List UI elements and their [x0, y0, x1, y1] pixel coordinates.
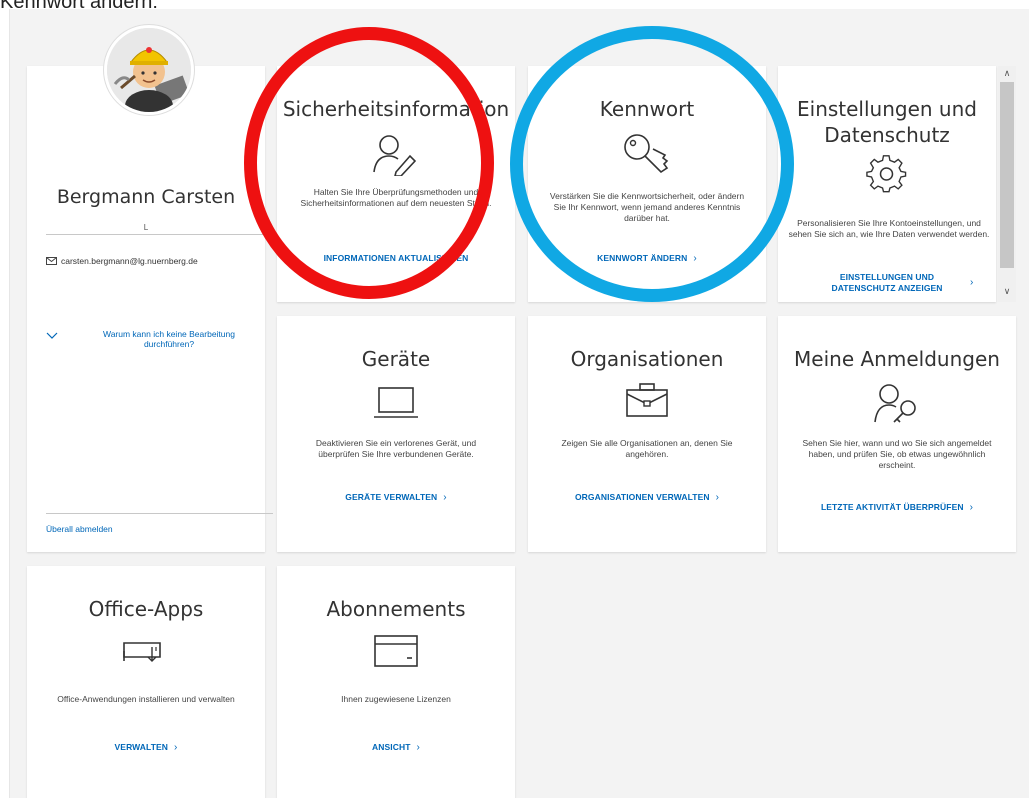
chevron-right-icon: ›: [443, 492, 447, 503]
update-info-link[interactable]: INFORMATIONEN AKTUALISIEREN: [277, 253, 515, 263]
manage-office-link[interactable]: VERWALTEN ›: [27, 742, 265, 753]
divider: [46, 234, 273, 235]
settings-privacy-link[interactable]: EINSTELLUNGEN UND DATENSCHUTZ ANZEIGEN ›: [778, 272, 996, 294]
card-security-info: Sicherheitsinformation Halten Sie Ihre Ü…: [277, 66, 515, 302]
view-subscriptions-link[interactable]: ANSICHT ›: [277, 742, 515, 753]
settings-privacy-label-1: EINSTELLUNGEN UND: [839, 272, 935, 282]
user-edit-icon: [372, 132, 420, 176]
card-description: Deaktivieren Sie ein verlorenes Gerät, u…: [315, 438, 477, 459]
chevron-right-icon: ›: [693, 253, 697, 264]
card-title: Meine Anmeldungen: [794, 347, 1000, 371]
manage-organizations-label: ORGANISATIONEN VERWALTEN: [574, 492, 710, 502]
email-row: carsten.bergmann@lg.nuernberg.de: [46, 256, 198, 267]
review-activity-link[interactable]: LETZTE AKTIVITÄT ÜBERPRÜFEN ›: [778, 502, 1016, 513]
scrollbar[interactable]: ∧ ∨: [998, 66, 1016, 302]
scroll-down-icon[interactable]: ∨: [998, 284, 1016, 298]
card-title: Abonnements: [326, 597, 466, 621]
why-no-edit-text: Warum kann ich keine Bearbeitung durchfü…: [103, 329, 235, 349]
gear-icon: [866, 153, 908, 195]
card-title: Datenschutz: [824, 123, 950, 147]
card-organizations: Organisationen Zeigen Sie alle Organisat…: [528, 316, 766, 552]
review-activity-label: LETZTE AKTIVITÄT ÜBERPRÜFEN: [820, 502, 964, 512]
card-description: Sehen Sie hier, wann und wo Sie sich ang…: [802, 438, 992, 470]
signout-link[interactable]: Überall abmelden: [46, 524, 113, 534]
card-title: Sicherheitsinformation: [282, 97, 510, 121]
profile-card: Bergmann Carsten L carsten.bergmann@lg.n…: [27, 66, 273, 552]
change-password-link[interactable]: KENNWORT ÄNDERN ›: [528, 253, 766, 264]
card-title: Office-Apps: [88, 597, 204, 621]
divider: [46, 513, 273, 514]
chevron-down-icon: [46, 331, 58, 341]
manage-office-label: VERWALTEN: [114, 742, 169, 752]
manage-devices-link[interactable]: GERÄTE VERWALTEN ›: [277, 492, 515, 503]
card-title: Kennwort: [599, 97, 695, 121]
card-description: Ihnen zugewiesene Lizenzen: [341, 694, 451, 704]
profile-initial: L: [143, 223, 149, 232]
update-info-label: INFORMATIONEN AKTUALISIEREN: [323, 253, 469, 263]
briefcase-icon: [625, 382, 669, 418]
chevron-right-icon: ›: [969, 502, 974, 513]
card-title: Geräte: [361, 347, 431, 371]
laptop-icon: [373, 386, 419, 420]
card-description: Office-Anwendungen installieren und verw…: [57, 694, 235, 704]
profile-name: Bergmann Carsten: [56, 186, 236, 208]
settings-privacy-label-2: DATENSCHUTZ ANZEIGEN: [831, 283, 943, 293]
card-settings-privacy: Einstellungen und Datenschutz Personalis…: [778, 66, 996, 302]
card-title: Einstellungen und: [797, 97, 977, 121]
card-password: Kennwort Verstärken Sie die Kennwortsich…: [528, 66, 766, 302]
chevron-right-icon: ›: [174, 742, 178, 753]
install-icon: [122, 639, 168, 667]
manage-organizations-link[interactable]: ORGANISATIONEN VERWALTEN ›: [528, 492, 766, 503]
card-devices: Geräte Deaktivieren Sie ein verlorenes G…: [277, 316, 515, 552]
key-icon: [623, 132, 671, 176]
view-subscriptions-label: ANSICHT: [372, 742, 411, 752]
card-description: Personalisieren Sie Ihre Kontoeinstellun…: [788, 218, 990, 239]
chevron-right-icon: ›: [416, 742, 420, 753]
manage-devices-label: GERÄTE VERWALTEN: [345, 492, 438, 502]
email-text: carsten.bergmann@lg.nuernberg.de: [61, 256, 198, 266]
mail-icon: [46, 256, 57, 267]
card-office-apps: Office-Apps Office-Anwendungen installie…: [27, 566, 265, 798]
change-password-label: KENNWORT ÄNDERN: [597, 253, 688, 263]
user-key-icon: [874, 382, 920, 424]
chevron-right-icon: ›: [715, 492, 720, 503]
scroll-thumb[interactable]: [1000, 82, 1014, 268]
card-title: Organisationen: [570, 347, 724, 371]
card-description: Zeigen Sie alle Organisationen an, denen…: [561, 438, 733, 459]
avatar-image: [107, 28, 191, 112]
card-description: Verstärken Sie die Kennwortsicherheit, o…: [549, 191, 745, 223]
card-description: Halten Sie Ihre Überprüfungsmethoden und…: [300, 187, 492, 208]
credit-card-icon: [373, 634, 419, 668]
card-subscriptions: Abonnements Ihnen zugewiesene Lizenzen A…: [277, 566, 515, 798]
card-my-signins: Meine Anmeldungen Sehen Sie hier, wann u…: [778, 316, 1016, 552]
scroll-up-icon[interactable]: ∧: [998, 66, 1016, 80]
avatar[interactable]: [104, 25, 194, 115]
chevron-right-icon: ›: [970, 277, 974, 288]
